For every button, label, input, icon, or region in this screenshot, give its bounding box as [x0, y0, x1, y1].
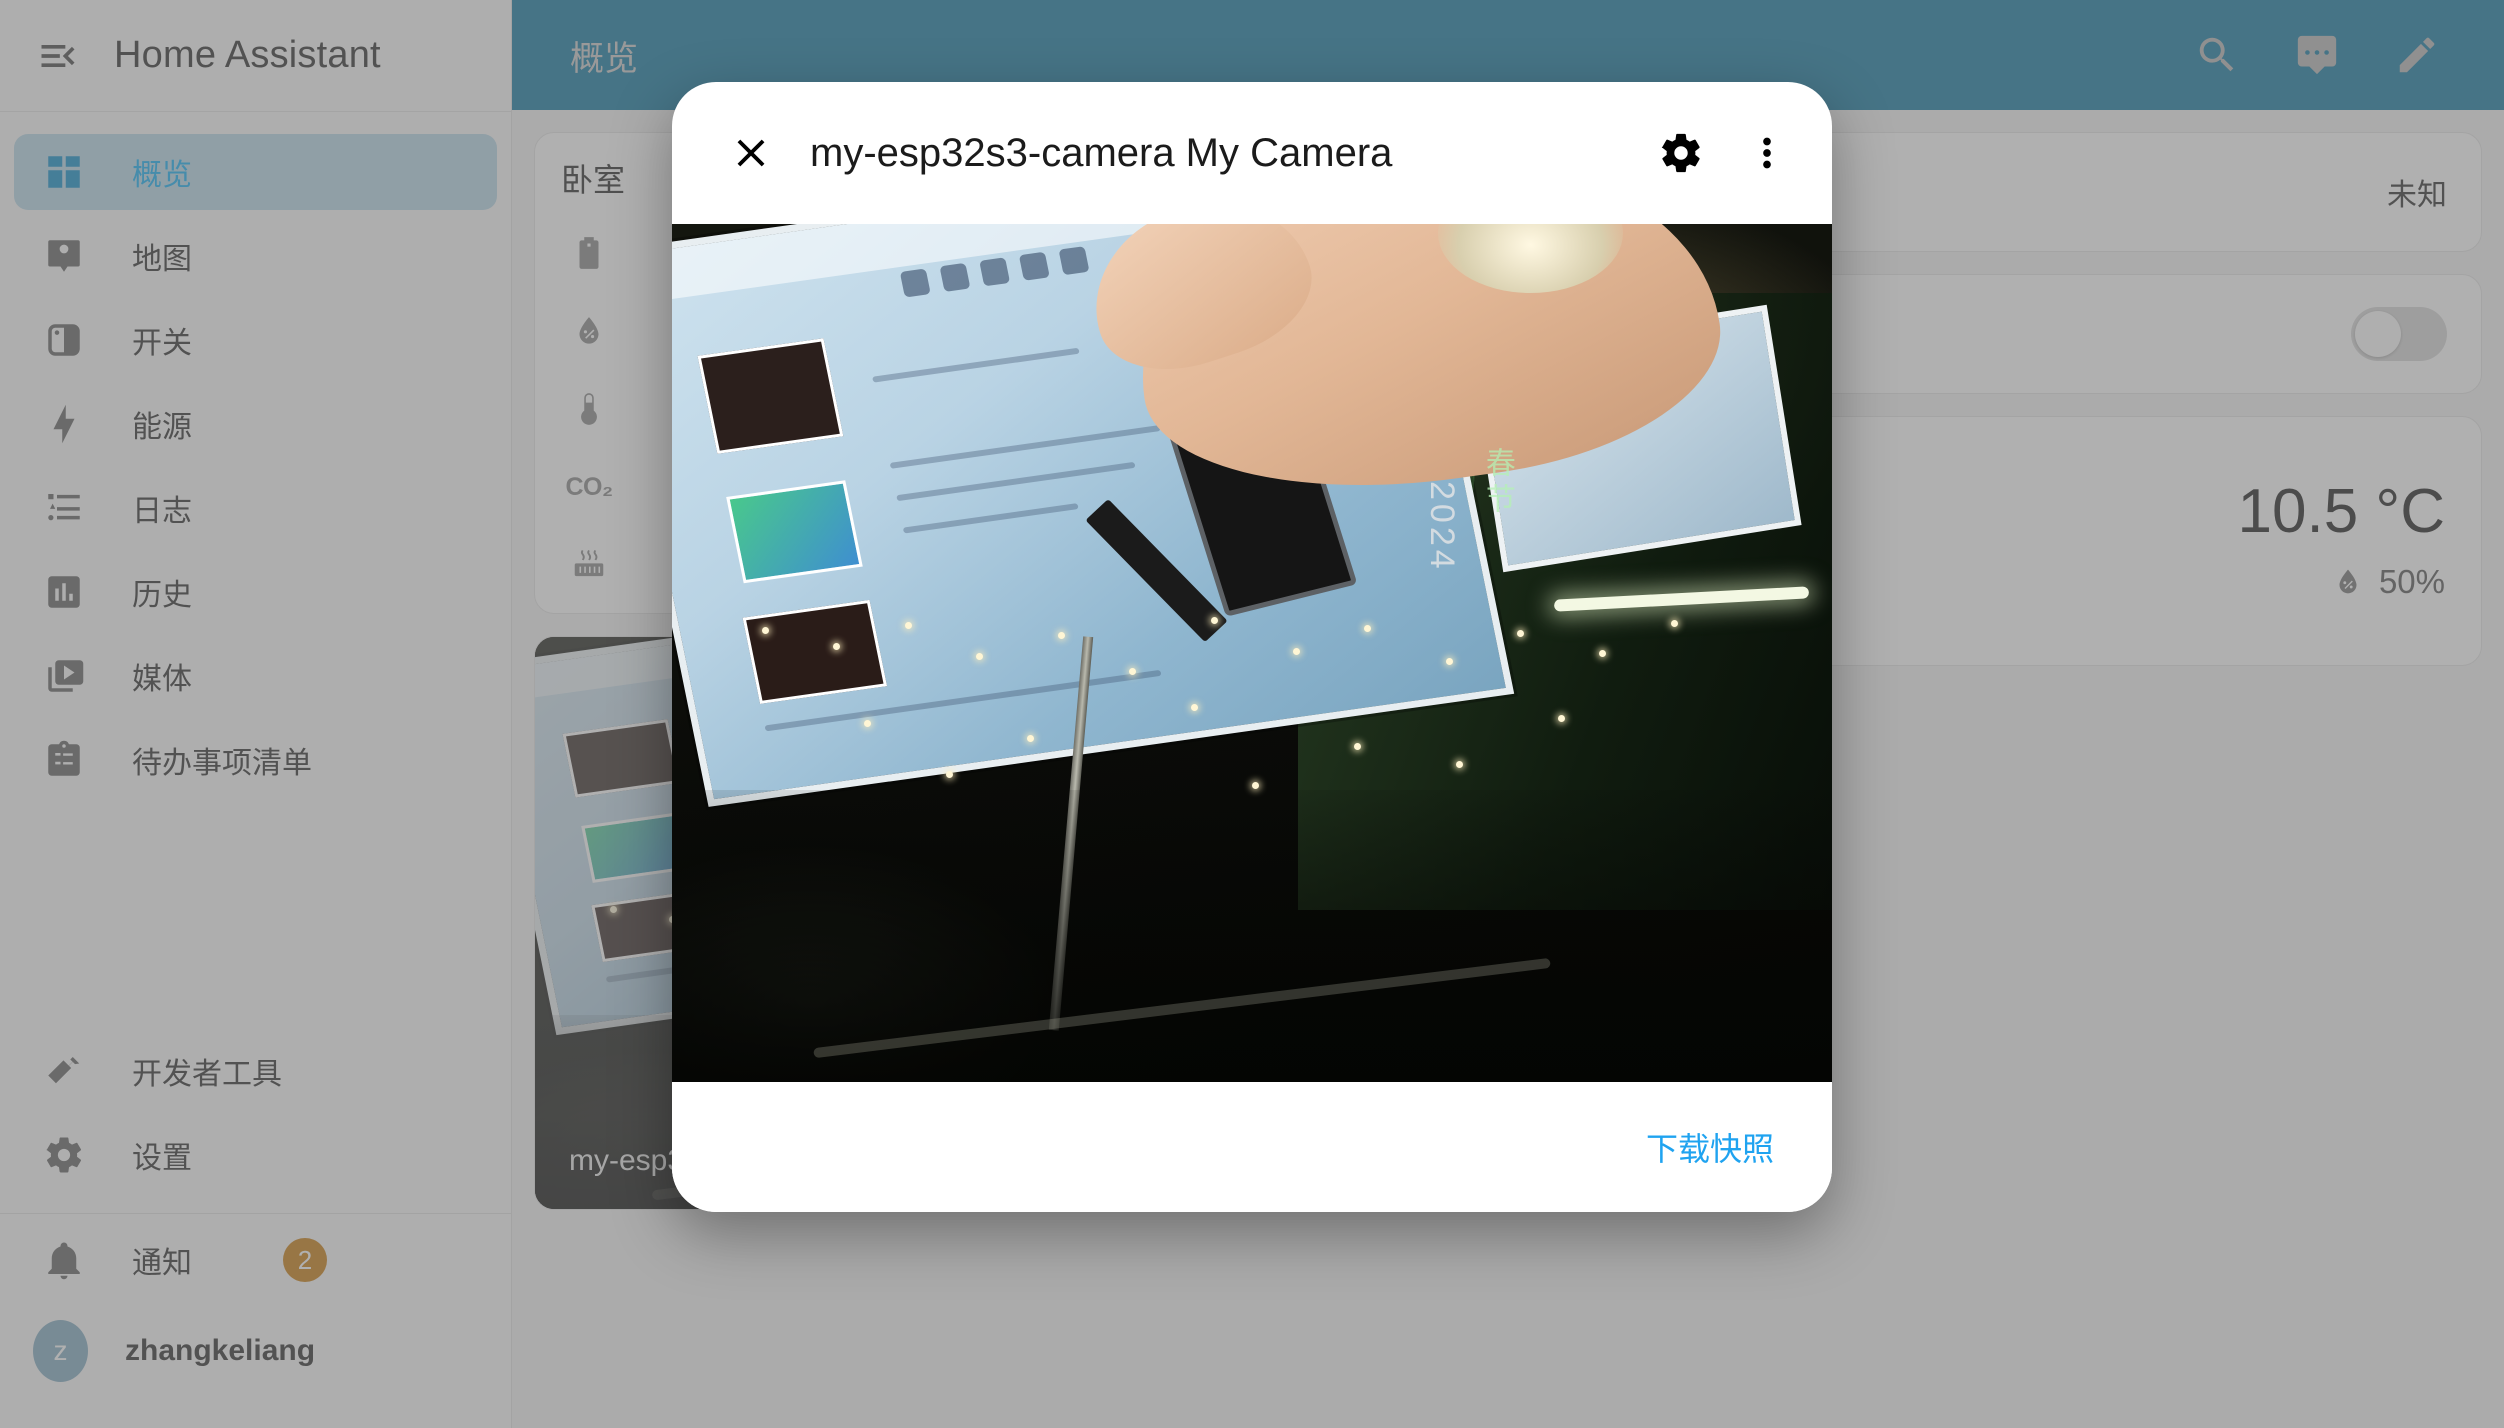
- camera-dialog: my-esp32s3-camera My Camera: [672, 82, 1832, 1212]
- dots-vertical-icon[interactable]: [1732, 118, 1802, 188]
- close-icon[interactable]: [716, 118, 786, 188]
- cog-icon[interactable]: [1646, 118, 1716, 188]
- download-snapshot-button[interactable]: 下载快照: [1630, 1110, 1790, 1184]
- dialog-camera-stream[interactable]: 春节 2024: [672, 224, 1832, 1082]
- app-root: Home Assistant 概览 地图 开关: [0, 0, 2504, 1428]
- dialog-footer: 下载快照: [672, 1082, 1832, 1212]
- dialog-title: my-esp32s3-camera My Camera: [810, 131, 1392, 176]
- dialog-actions: [1646, 118, 1802, 188]
- dialog-header: my-esp32s3-camera My Camera: [672, 82, 1832, 224]
- camera-live-image: 春节 2024: [672, 224, 1832, 1082]
